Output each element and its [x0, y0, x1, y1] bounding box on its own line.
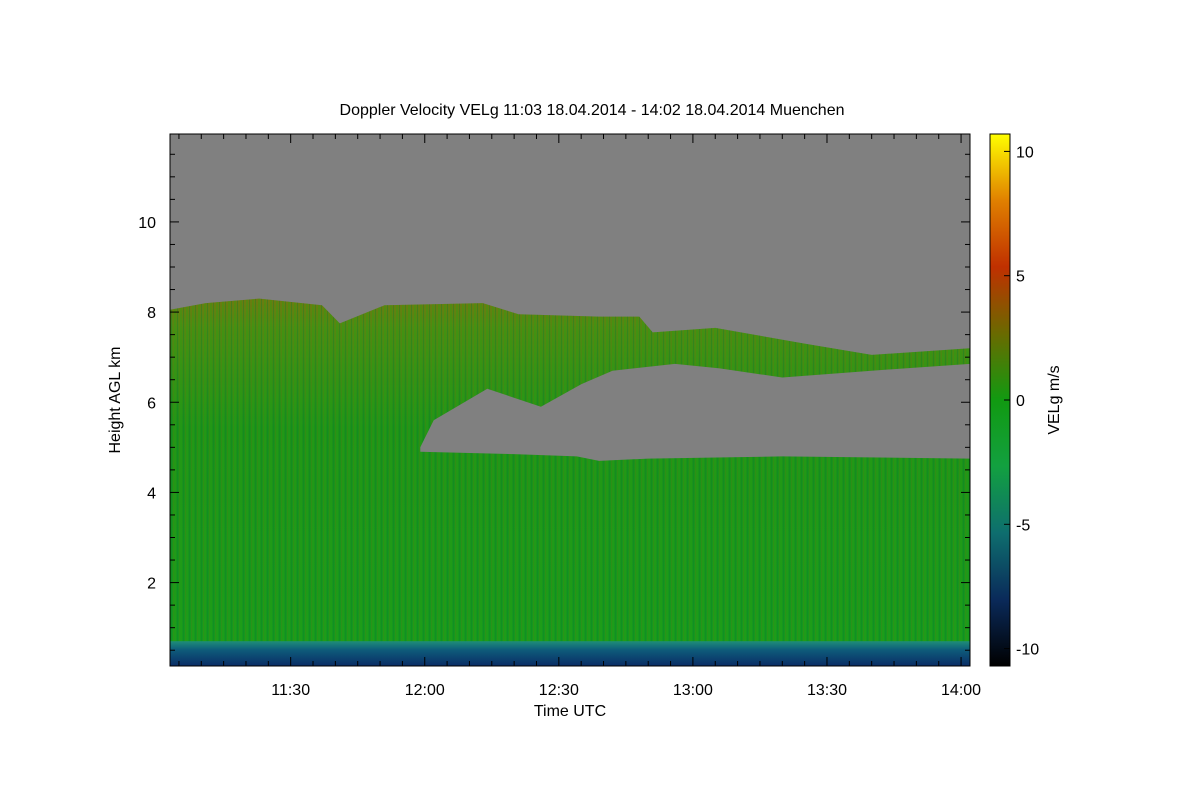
colorbar-tick-label: 0 — [1016, 393, 1025, 410]
boundary-layer-band — [170, 641, 970, 666]
doppler-velocity-chart: Doppler Velocity VELg 11:03 18.04.2014 -… — [107, 102, 1063, 720]
cloud-echo-texture — [170, 298, 970, 666]
plot-area — [170, 134, 970, 666]
x-tick-label: 13:30 — [807, 682, 847, 699]
x-tick-label: 14:00 — [941, 682, 981, 699]
y-tick-label: 8 — [147, 305, 156, 322]
x-tick-label: 11:30 — [271, 682, 310, 699]
colorbar-tick-label: 5 — [1016, 269, 1025, 286]
y-tick-label: 10 — [138, 215, 156, 232]
colorbar-tick-label: -10 — [1016, 642, 1039, 659]
y-tick-label: 4 — [147, 485, 156, 502]
y-tick-label: 6 — [147, 395, 156, 412]
y-axis-label: Height AGL km — [107, 346, 124, 453]
x-axis-label: Time UTC — [534, 703, 606, 720]
colorbar-tick-label: -5 — [1016, 517, 1030, 534]
x-tick-label: 13:00 — [673, 682, 713, 699]
colorbar-tick-label: 10 — [1016, 144, 1034, 161]
x-tick-label: 12:30 — [539, 682, 579, 699]
y-tick-label: 2 — [147, 576, 156, 593]
x-tick-label: 12:00 — [405, 682, 445, 699]
colorbar-label: VELg m/s — [1046, 365, 1063, 434]
chart-title: Doppler Velocity VELg 11:03 18.04.2014 -… — [340, 102, 845, 119]
